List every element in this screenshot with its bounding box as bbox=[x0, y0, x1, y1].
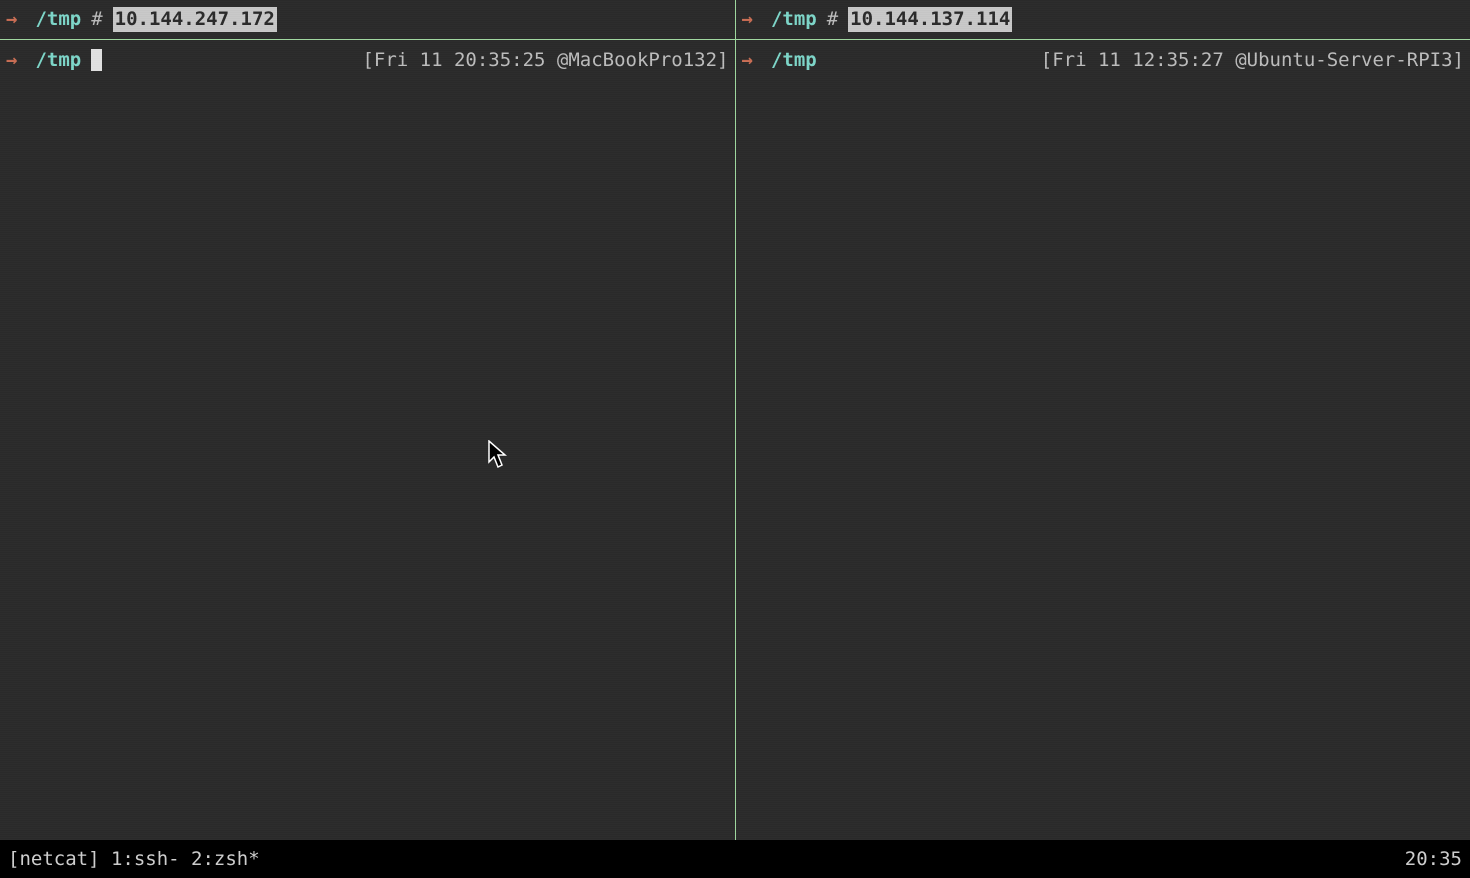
cwd-path: /tmp bbox=[771, 7, 817, 32]
tmux-split: → /tmp # 10.144.247.172 → /tmp [Fri 11 2… bbox=[0, 0, 1470, 840]
pane-right[interactable]: → /tmp # 10.144.137.114 → /tmp [Fri 11 1… bbox=[736, 0, 1470, 840]
comment-marker: # bbox=[91, 7, 102, 32]
ip-highlight: 10.144.137.114 bbox=[848, 7, 1012, 32]
left-prompt-line[interactable]: → /tmp [Fri 11 20:35:25 @MacBookPro132] bbox=[0, 40, 735, 80]
right-top-prompt[interactable]: → /tmp # 10.144.137.114 bbox=[736, 0, 1470, 40]
prompt-arrow-icon: → bbox=[6, 7, 17, 32]
cwd-path: /tmp bbox=[35, 7, 81, 32]
prompt-arrow-icon: → bbox=[742, 48, 753, 73]
left-top-prompt[interactable]: → /tmp # 10.144.247.172 bbox=[0, 0, 735, 40]
cwd-path: /tmp bbox=[771, 48, 817, 73]
tmux-status-bar[interactable]: [netcat] 1:ssh- 2:zsh* 20:35 bbox=[0, 840, 1470, 878]
session-name[interactable]: [netcat] bbox=[8, 847, 100, 872]
ip-highlight: 10.144.247.172 bbox=[113, 7, 277, 32]
right-prompt-line[interactable]: → /tmp [Fri 11 12:35:27 @Ubuntu-Server-R… bbox=[736, 40, 1470, 80]
right-prompt: [Fri 11 12:35:27 @Ubuntu-Server-RPI3] bbox=[1041, 48, 1464, 73]
comment-marker: # bbox=[827, 7, 838, 32]
right-prompt: [Fri 11 20:35:25 @MacBookPro132] bbox=[362, 48, 728, 73]
prompt-arrow-icon: → bbox=[742, 7, 753, 32]
pane-left[interactable]: → /tmp # 10.144.247.172 → /tmp [Fri 11 2… bbox=[0, 0, 735, 840]
clock: 20:35 bbox=[1405, 847, 1462, 872]
spacer-small bbox=[100, 847, 111, 872]
window-list[interactable]: 1:ssh- 2:zsh* bbox=[111, 847, 260, 872]
cwd-path: /tmp bbox=[35, 48, 81, 73]
terminal-cursor bbox=[91, 49, 102, 71]
prompt-arrow-icon: → bbox=[6, 48, 17, 73]
